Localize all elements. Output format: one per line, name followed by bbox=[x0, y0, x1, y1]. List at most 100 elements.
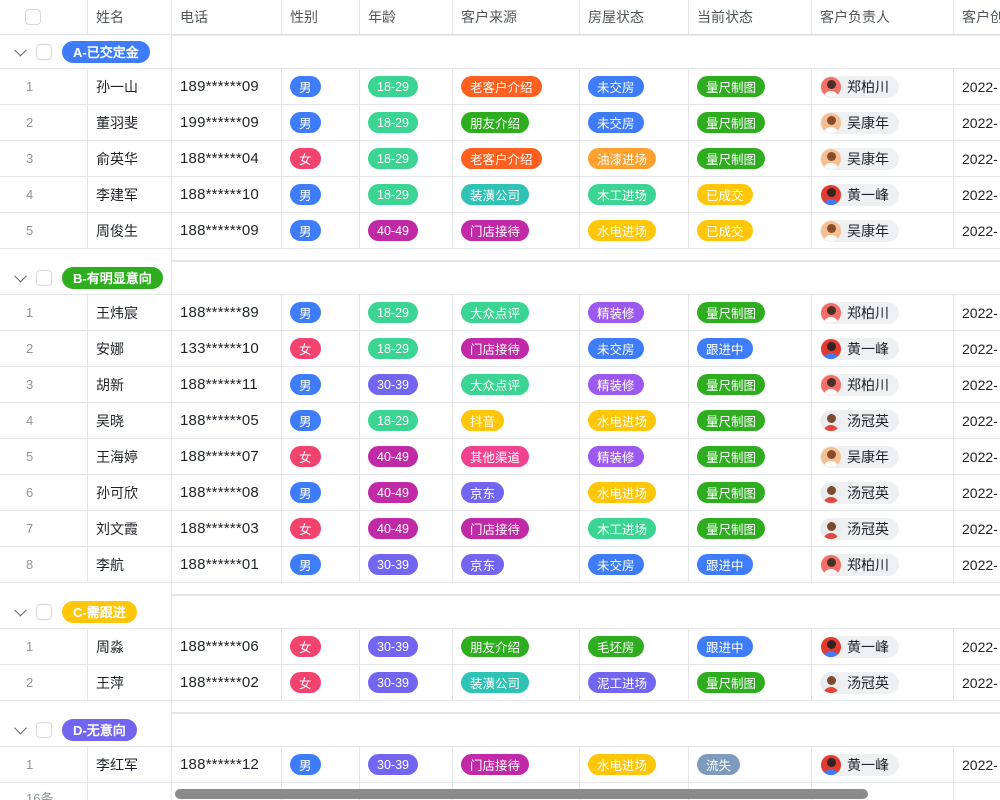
row-number[interactable]: 1 bbox=[0, 629, 88, 664]
cell-source[interactable]: 老客户介绍 bbox=[453, 69, 580, 104]
cell-age[interactable]: 18-29 bbox=[360, 177, 453, 212]
cell-gender[interactable]: 男 bbox=[282, 69, 360, 104]
cell-phone[interactable]: 189******09 bbox=[172, 69, 282, 104]
cell-current-status[interactable]: 已成交 bbox=[689, 213, 812, 248]
group-checkbox[interactable] bbox=[36, 44, 52, 60]
row-number[interactable]: 5 bbox=[0, 213, 88, 248]
row-number[interactable]: 2 bbox=[0, 331, 88, 366]
cell-gender[interactable]: 男 bbox=[282, 547, 360, 582]
group-header-row[interactable]: A-已交定金 bbox=[0, 35, 1000, 69]
cell-created[interactable]: 2022- bbox=[954, 629, 1000, 664]
cell-gender[interactable]: 男 bbox=[282, 747, 360, 782]
cell-created[interactable]: 2022- bbox=[954, 403, 1000, 438]
group-checkbox[interactable] bbox=[36, 722, 52, 738]
cell-house-status[interactable]: 油漆进场 bbox=[580, 141, 689, 176]
cell-source[interactable]: 装潢公司 bbox=[453, 665, 580, 700]
cell-created[interactable]: 2022- bbox=[954, 475, 1000, 510]
group-header-row[interactable]: B-有明显意向 bbox=[0, 261, 1000, 295]
group-checkbox[interactable] bbox=[36, 604, 52, 620]
cell-created[interactable]: 2022- bbox=[954, 295, 1000, 330]
cell-phone[interactable]: 188******08 bbox=[172, 475, 282, 510]
cell-phone[interactable]: 188******09 bbox=[172, 213, 282, 248]
cell-current-status[interactable]: 量尺制图 bbox=[689, 475, 812, 510]
cell-house-status[interactable]: 未交房 bbox=[580, 69, 689, 104]
cell-house-status[interactable]: 精装修 bbox=[580, 367, 689, 402]
cell-owner[interactable]: 汤冠英 bbox=[812, 403, 954, 438]
cell-owner[interactable]: 黄一峰 bbox=[812, 747, 954, 782]
cell-name[interactable]: 安娜 bbox=[88, 331, 172, 366]
cell-gender[interactable]: 女 bbox=[282, 439, 360, 474]
cell-age[interactable]: 40-49 bbox=[360, 475, 453, 510]
cell-source[interactable]: 大众点评 bbox=[453, 295, 580, 330]
cell-name[interactable]: 王海婷 bbox=[88, 439, 172, 474]
row-number[interactable]: 8 bbox=[0, 547, 88, 582]
table-row[interactable]: 7 刘文霞 188******03 女 40-49 门店接待 木工进场 量尺制图… bbox=[0, 511, 1000, 547]
cell-current-status[interactable]: 量尺制图 bbox=[689, 141, 812, 176]
cell-current-status[interactable]: 跟进中 bbox=[689, 629, 812, 664]
cell-gender[interactable]: 男 bbox=[282, 295, 360, 330]
cell-age[interactable]: 40-49 bbox=[360, 511, 453, 546]
cell-age[interactable]: 18-29 bbox=[360, 331, 453, 366]
cell-created[interactable]: 2022- bbox=[954, 105, 1000, 140]
select-all-checkbox[interactable] bbox=[25, 9, 41, 25]
cell-current-status[interactable]: 流失 bbox=[689, 747, 812, 782]
chevron-down-icon[interactable] bbox=[14, 722, 27, 735]
cell-age[interactable]: 40-49 bbox=[360, 213, 453, 248]
cell-phone[interactable]: 188******01 bbox=[172, 547, 282, 582]
table-row[interactable]: 1 周淼 188******06 女 30-39 朋友介绍 毛坯房 跟进中 黄一… bbox=[0, 629, 1000, 665]
cell-created[interactable]: 2022- bbox=[954, 331, 1000, 366]
row-number[interactable]: 1 bbox=[0, 295, 88, 330]
cell-house-status[interactable]: 木工进场 bbox=[580, 511, 689, 546]
cell-house-status[interactable]: 泥工进场 bbox=[580, 665, 689, 700]
cell-current-status[interactable]: 量尺制图 bbox=[689, 295, 812, 330]
cell-source[interactable]: 门店接待 bbox=[453, 511, 580, 546]
cell-age[interactable]: 30-39 bbox=[360, 747, 453, 782]
cell-house-status[interactable]: 水电进场 bbox=[580, 747, 689, 782]
cell-source[interactable]: 大众点评 bbox=[453, 367, 580, 402]
cell-gender[interactable]: 男 bbox=[282, 177, 360, 212]
cell-owner[interactable]: 黄一峰 bbox=[812, 331, 954, 366]
cell-current-status[interactable]: 量尺制图 bbox=[689, 105, 812, 140]
table-row[interactable]: 6 孙可欣 188******08 男 40-49 京东 水电进场 量尺制图 汤… bbox=[0, 475, 1000, 511]
cell-name[interactable]: 周俊生 bbox=[88, 213, 172, 248]
cell-name[interactable]: 王炜宸 bbox=[88, 295, 172, 330]
row-number[interactable]: 2 bbox=[0, 665, 88, 700]
cell-name[interactable]: 吴晓 bbox=[88, 403, 172, 438]
table-row[interactable]: 1 王炜宸 188******89 男 18-29 大众点评 精装修 量尺制图 … bbox=[0, 295, 1000, 331]
table-row[interactable]: 4 吴晓 188******05 男 18-29 抖音 水电进场 量尺制图 汤冠… bbox=[0, 403, 1000, 439]
cell-gender[interactable]: 男 bbox=[282, 213, 360, 248]
cell-name[interactable]: 王萍 bbox=[88, 665, 172, 700]
cell-current-status[interactable]: 量尺制图 bbox=[689, 439, 812, 474]
cell-gender[interactable]: 女 bbox=[282, 331, 360, 366]
cell-created[interactable]: 2022- bbox=[954, 665, 1000, 700]
cell-house-status[interactable]: 未交房 bbox=[580, 547, 689, 582]
table-row[interactable]: 3 胡新 188******11 男 30-39 大众点评 精装修 量尺制图 郑… bbox=[0, 367, 1000, 403]
cell-current-status[interactable]: 量尺制图 bbox=[689, 367, 812, 402]
cell-phone[interactable]: 188******02 bbox=[172, 665, 282, 700]
cell-phone[interactable]: 188******10 bbox=[172, 177, 282, 212]
table-row[interactable]: 1 孙一山 189******09 男 18-29 老客户介绍 未交房 量尺制图… bbox=[0, 69, 1000, 105]
table-row[interactable]: 2 安娜 133******10 女 18-29 门店接待 未交房 跟进中 黄一… bbox=[0, 331, 1000, 367]
cell-name[interactable]: 胡新 bbox=[88, 367, 172, 402]
cell-name[interactable]: 孙一山 bbox=[88, 69, 172, 104]
cell-owner[interactable]: 黄一峰 bbox=[812, 177, 954, 212]
cell-name[interactable]: 周淼 bbox=[88, 629, 172, 664]
cell-gender[interactable]: 男 bbox=[282, 403, 360, 438]
cell-house-status[interactable]: 精装修 bbox=[580, 439, 689, 474]
cell-gender[interactable]: 女 bbox=[282, 629, 360, 664]
cell-name[interactable]: 李红军 bbox=[88, 747, 172, 782]
cell-name[interactable]: 孙可欣 bbox=[88, 475, 172, 510]
cell-gender[interactable]: 女 bbox=[282, 141, 360, 176]
cell-source[interactable]: 装潢公司 bbox=[453, 177, 580, 212]
chevron-down-icon[interactable] bbox=[14, 604, 27, 617]
cell-created[interactable]: 2022- bbox=[954, 367, 1000, 402]
cell-source[interactable]: 京东 bbox=[453, 475, 580, 510]
header-cell-house-status[interactable]: 房屋状态 bbox=[580, 0, 689, 34]
cell-phone[interactable]: 188******11 bbox=[172, 367, 282, 402]
cell-phone[interactable]: 188******07 bbox=[172, 439, 282, 474]
cell-owner[interactable]: 吴康年 bbox=[812, 213, 954, 248]
cell-current-status[interactable]: 量尺制图 bbox=[689, 69, 812, 104]
cell-age[interactable]: 30-39 bbox=[360, 367, 453, 402]
header-cell-gender[interactable]: 性别 bbox=[282, 0, 360, 34]
cell-created[interactable]: 2022- bbox=[954, 547, 1000, 582]
